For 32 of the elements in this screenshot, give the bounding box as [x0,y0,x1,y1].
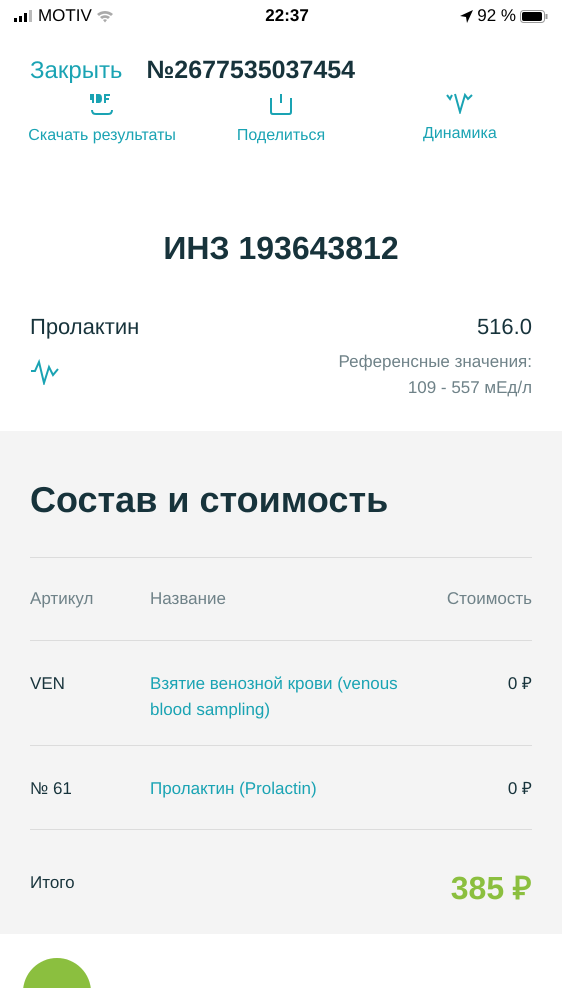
tray-icon [269,92,293,116]
signal-icon [14,10,34,22]
order-number: №2677535037454 [146,55,356,86]
table-cell-text: VEN [30,673,66,695]
column-header: Артикул [30,588,94,610]
reference-range: 109 - 557 мЕд/л [408,376,532,398]
battery-icon [520,10,548,22]
test-value: 516.0 [476,313,532,341]
action-button[interactable]: Скачать результаты [14,92,190,154]
close-button[interactable]: Закрыть [30,53,122,89]
patient-id: ИНЗ 193643812 [162,229,400,268]
test-name: Пролактин [30,313,140,341]
action-button[interactable]: Динамика [372,92,548,154]
table-cell-text: № 61 [30,778,73,800]
service-link[interactable]: Взятие венозной крови (venous blood sampling) [150,671,400,722]
column-header: Стоимость [446,588,532,610]
carrier-name: MOTIV [38,5,92,28]
column-header: Название [150,588,227,610]
location-arrow-icon [460,10,474,22]
service-link[interactable]: Пролактин (Prolactin) [150,776,400,802]
clock-time: 22:37 [265,5,309,28]
table-cell-text: 0 ₽ [506,778,532,800]
pulse-icon [444,92,475,114]
action-button[interactable]: Поделиться [192,92,370,154]
table-cell-text: 0 ₽ [506,673,532,695]
reference-label: Референсные значения: [338,351,532,373]
total-label: Итого [30,872,75,894]
battery-percent: 92 % [477,5,516,28]
total-price: 385 ₽ [450,869,532,908]
pulse-icon [30,359,60,385]
wifi-icon [96,10,114,22]
section-title: Состав и стоимость [30,478,390,522]
